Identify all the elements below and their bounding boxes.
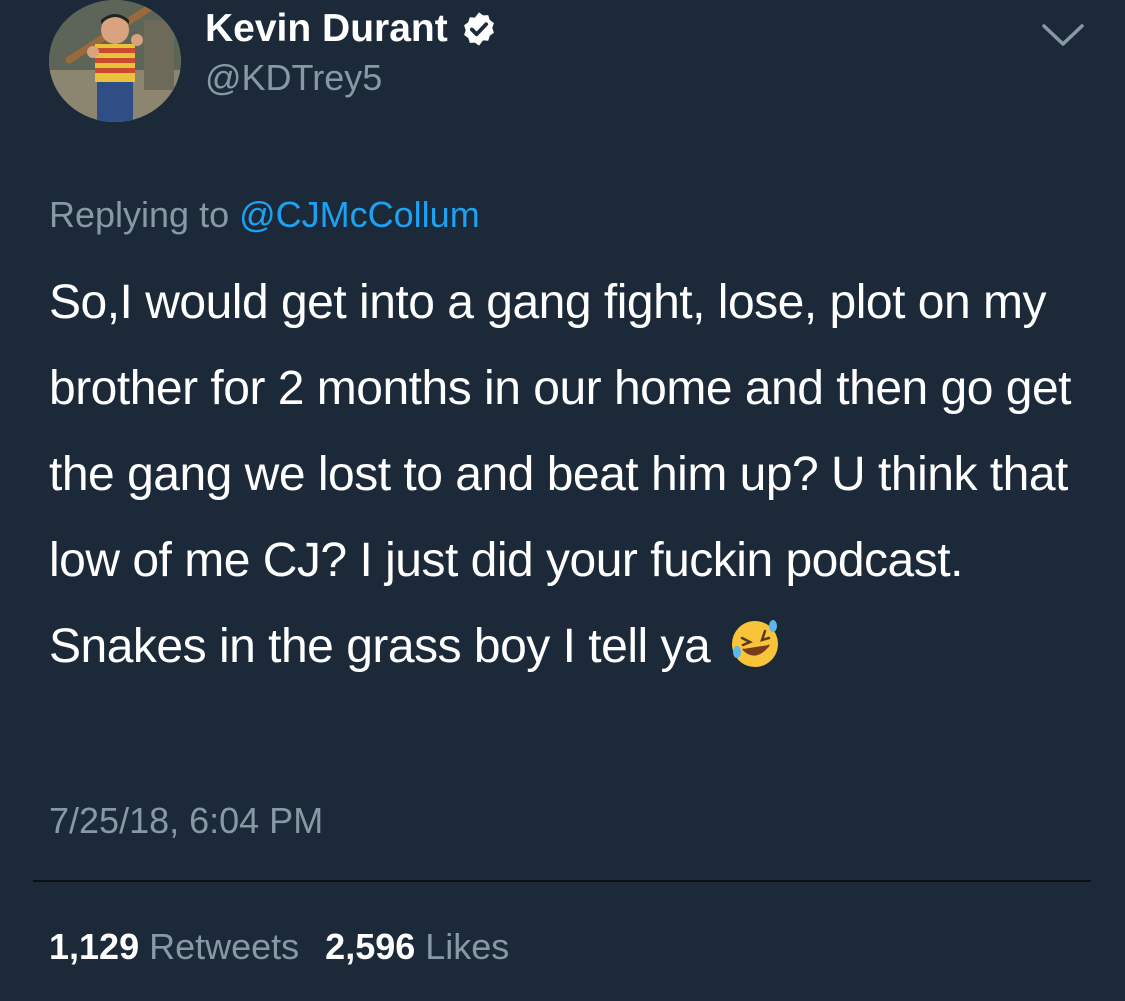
rolling-on-floor-laughing-emoji-icon bbox=[729, 612, 781, 667]
replying-to: Replying to @CJMcCollum bbox=[49, 193, 480, 237]
reply-mention-link[interactable]: @CJMcCollum bbox=[239, 194, 480, 235]
retweets-count: 1,129 bbox=[49, 926, 140, 967]
avatar[interactable] bbox=[49, 0, 181, 122]
user-handle[interactable]: @KDTrey5 bbox=[205, 56, 382, 100]
likes-label: Likes bbox=[425, 926, 510, 967]
name-row: Kevin Durant bbox=[205, 6, 498, 52]
likes-count: 2,596 bbox=[325, 926, 416, 967]
replying-to-label: Replying to bbox=[49, 194, 230, 235]
tweet-timestamp[interactable]: 7/25/18, 6:04 PM bbox=[49, 799, 323, 843]
engagement-stats: 1,129 Retweets 2,596 Likes bbox=[49, 925, 509, 969]
tweet-text: So,I would get into a gang fight, lose, … bbox=[49, 260, 1099, 690]
avatar-image bbox=[49, 0, 181, 122]
likes-stat[interactable]: 2,596 Likes bbox=[325, 925, 509, 969]
chevron-down-icon[interactable] bbox=[1040, 20, 1086, 50]
divider bbox=[33, 880, 1091, 882]
display-name[interactable]: Kevin Durant bbox=[205, 6, 448, 52]
retweets-stat[interactable]: 1,129 Retweets bbox=[49, 925, 299, 969]
tweet-body: So,I would get into a gang fight, lose, … bbox=[49, 276, 1072, 673]
verified-badge-icon bbox=[460, 10, 498, 48]
retweets-label: Retweets bbox=[149, 926, 300, 967]
